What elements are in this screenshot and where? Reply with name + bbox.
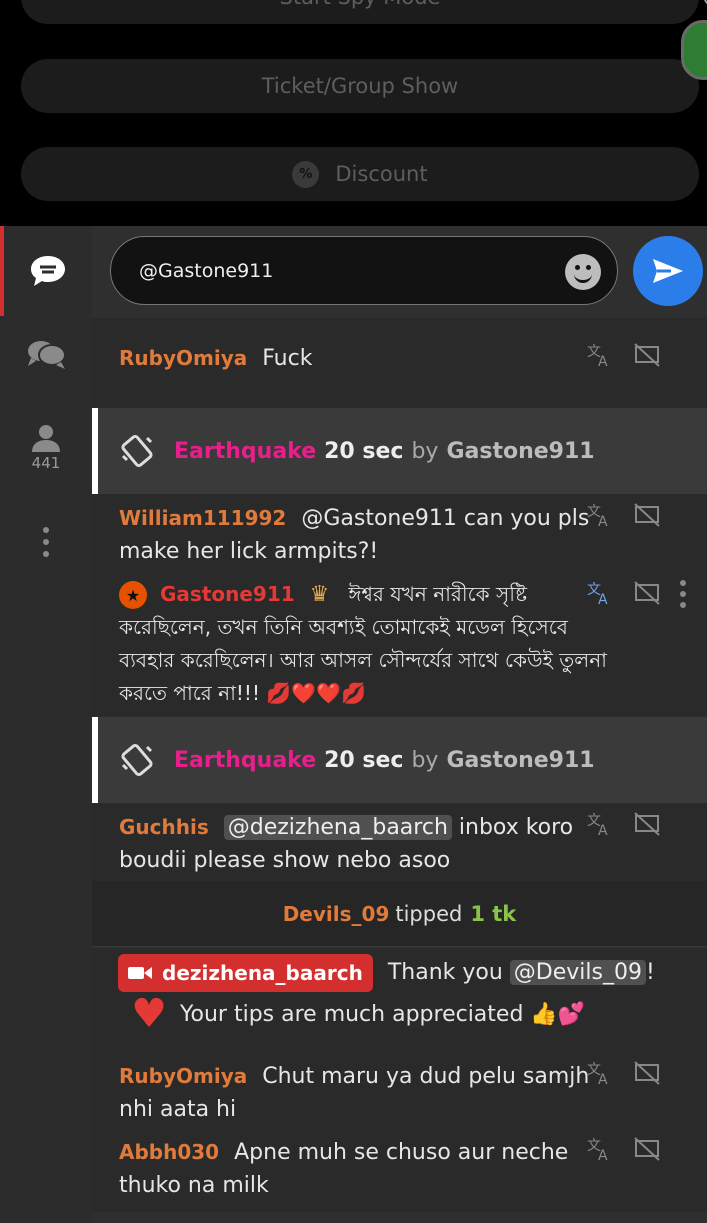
earthquake-user[interactable]: Gastone911 [446,748,594,773]
hide-message-icon[interactable] [633,502,661,528]
vertical-dots-icon[interactable] [679,580,687,608]
discount-button[interactable]: % Discount [21,147,699,201]
chat-bubble-icon [31,256,65,286]
tip-username[interactable]: Devils_09 [283,902,390,926]
message-username[interactable]: Abbh030 [119,1140,219,1164]
svg-text:A: A [598,1148,608,1162]
chat-input-value: @Gastone911 [139,259,274,282]
message-text: Thank you [387,960,510,985]
message-username[interactable]: RubyOmiya [119,1064,247,1088]
message-username[interactable]: RubyOmiya [119,346,247,370]
svg-text:A: A [598,592,608,606]
svg-text:A: A [598,514,608,528]
star-badge-icon: ★ [119,581,147,609]
earthquake-by: by [411,438,439,464]
hide-message-icon[interactable] [633,1060,661,1086]
vibration-icon [121,434,153,468]
chat-message: William111992 @Gastone911 can you pls ma… [92,494,707,574]
chats-icon [28,341,66,369]
info-icon[interactable]: i [703,0,707,8]
earthquake-name: Earthquake [174,747,317,773]
sidebar: 441 [0,226,92,1223]
earthquake-event: Earthquake 20 sec by Gastone911 [92,408,707,494]
translate-icon[interactable]: 文A [587,1060,615,1086]
message-username[interactable]: Guchhis [119,815,209,839]
chat-input-bar: @Gastone911 [92,226,707,318]
message-username[interactable]: Gastone911 [160,582,295,606]
heart-icon: ♥ [131,991,167,1037]
translate-icon[interactable]: 文A [587,342,615,368]
hide-message-icon[interactable] [633,1136,661,1162]
translate-icon[interactable]: 文A [587,811,615,837]
camera-icon [128,967,152,979]
svg-text:A: A [598,823,608,837]
message-text-end: ! [645,960,655,985]
hide-message-icon[interactable] [633,811,661,837]
tab-public-chat[interactable] [0,226,92,316]
earthquake-name: Earthquake [174,438,317,464]
vibration-icon [121,743,153,777]
spy-mode-label: Start Spy Mode [280,0,441,9]
translate-icon[interactable]: 文A [587,580,615,606]
chat-message: Guchhis @dezizhena_baarch inbox koro bou… [92,803,707,881]
hide-message-icon[interactable] [633,580,661,606]
chat-panel: @Gastone911 RubyOmiya Fuck 文A Earthquake… [92,226,707,1223]
message-mention[interactable]: @dezizhena_baarch [223,815,452,840]
svg-text:A: A [598,354,608,368]
tab-users[interactable]: 441 [0,424,92,472]
earthquake-duration: 20 sec [324,438,404,464]
message-text-line2: Your tips are much appreciated 👍💕 [180,1001,586,1027]
send-icon [653,259,683,283]
user-icon [32,425,60,452]
earthquake-user[interactable]: Gastone911 [446,439,594,464]
top-controls: Start Spy Mode i Ticket/Group Show % Dis… [0,0,707,226]
vertical-dots-icon [43,527,49,557]
discount-label: Discount [335,162,428,186]
svg-text:A: A [598,1072,608,1086]
send-button[interactable] [633,236,703,306]
message-mention[interactable]: @Devils_09 [509,960,646,985]
spy-mode-button[interactable]: Start Spy Mode i [21,0,707,24]
earthquake-by: by [411,747,439,773]
discount-icon: % [292,160,320,188]
chat-message: ★ Gastone911 ♛ ঈশ্বর যখন নারীকে সৃষ্টি ক… [92,574,707,716]
hide-message-icon[interactable] [633,342,661,368]
earthquake-event: Earthquake 20 sec by Gastone911 [92,717,707,803]
tip-notification: Devils_09 tipped 1 tk [92,881,707,947]
chat-message: RubyOmiya Chut maru ya dud pelu samjh nh… [92,1052,707,1132]
users-count: 441 [31,454,61,472]
earthquake-duration: 20 sec [324,747,404,773]
translate-icon[interactable]: 文A [587,502,615,528]
chat-message: RubyOmiya Fuck 文A [92,318,707,408]
message-username[interactable]: William111992 [119,506,286,530]
tip-amount: 1 tk [470,901,517,926]
tip-action: tipped [395,901,463,926]
chat-input[interactable]: @Gastone911 [110,236,618,305]
message-text: Fuck [262,346,313,371]
translate-icon[interactable]: 文A [587,1136,615,1162]
emoji-icon[interactable] [565,254,601,290]
chat-message: Abbh030 Apne muh se chuso aur neche thuk… [92,1132,707,1212]
ticket-group-show-button[interactable]: Ticket/Group Show [21,59,699,113]
more-options-button[interactable] [0,526,92,558]
ticket-group-show-label: Ticket/Group Show [261,74,459,98]
model-username: dezizhena_baarch [162,960,363,985]
floating-green-button[interactable] [681,20,707,80]
model-message: dezizhena_baarch Thank you @Devils_09! ♥… [92,948,707,1052]
model-badge[interactable]: dezizhena_baarch [118,954,373,992]
tab-private-chats[interactable] [0,338,92,370]
crown-icon: ♛ [309,582,330,607]
